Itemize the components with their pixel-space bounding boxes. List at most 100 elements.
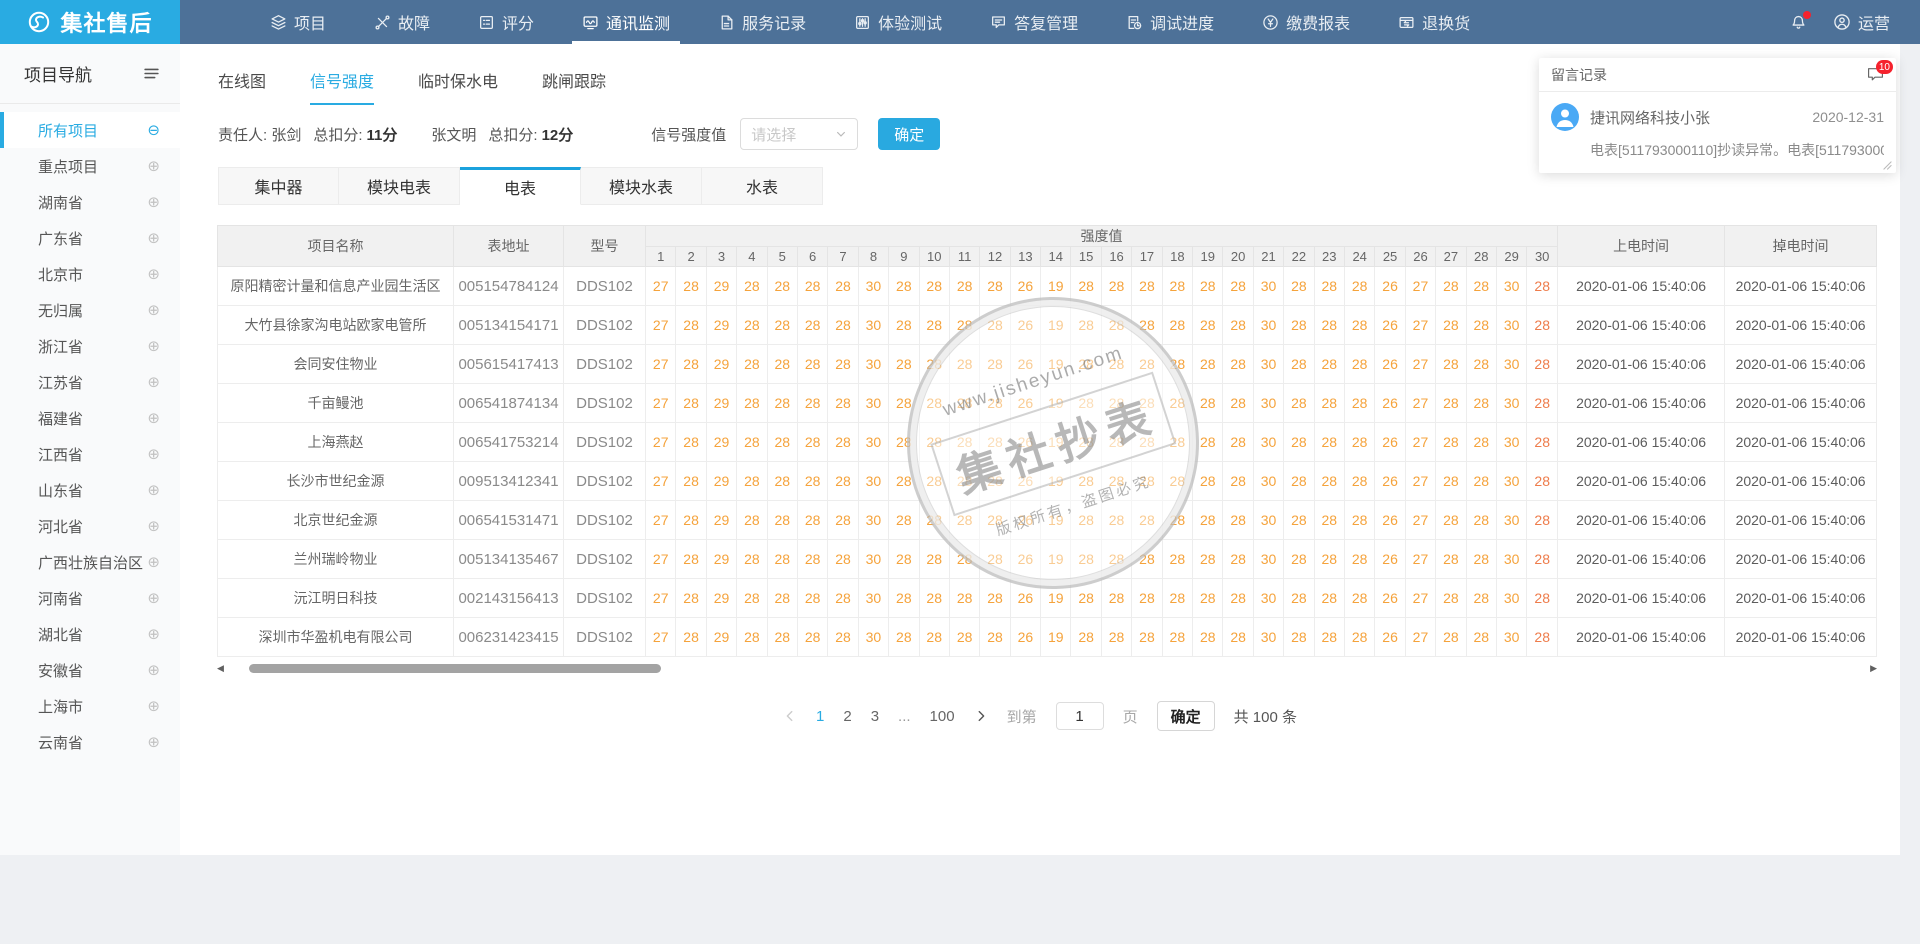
plus-circle-icon[interactable]: ⊕	[147, 301, 160, 319]
strength-col-header: 5	[767, 247, 797, 267]
plus-circle-icon[interactable]: ⊕	[147, 517, 160, 535]
sidebar-item[interactable]: 福建省⊕	[0, 400, 180, 436]
nav-item[interactable]: 故障	[350, 0, 454, 44]
meter-tab[interactable]: 水表	[702, 167, 823, 205]
sidebar-item[interactable]: 上海市⊕	[0, 688, 180, 724]
plus-circle-icon[interactable]: ⊕	[147, 481, 160, 499]
tab[interactable]: 在线图	[218, 68, 266, 105]
tab[interactable]: 信号强度	[310, 68, 374, 105]
nav-item[interactable]: 调试进度	[1102, 0, 1238, 44]
page-number[interactable]: 2	[843, 708, 851, 725]
scroll-left-icon[interactable]: ◀	[217, 662, 224, 675]
confirm-button[interactable]: 确定	[878, 118, 940, 150]
sidebar-item[interactable]: 重点项目⊕	[0, 148, 180, 184]
nav-item[interactable]: 服务记录	[694, 0, 830, 44]
sidebar-item[interactable]: 无归属⊕	[0, 292, 180, 328]
page-number[interactable]: 3	[871, 708, 879, 725]
sidebar-item[interactable]: 江西省⊕	[0, 436, 180, 472]
page-number[interactable]: 100	[930, 708, 955, 725]
sidebar-item[interactable]: 湖南省⊕	[0, 184, 180, 220]
tab[interactable]: 跳闸跟踪	[542, 68, 606, 105]
cell-strength-value: 28	[889, 618, 919, 657]
plus-circle-icon[interactable]: ⊕	[147, 157, 160, 175]
sidebar-item[interactable]: 北京市⊕	[0, 256, 180, 292]
minus-circle-icon[interactable]: ⊖	[147, 121, 160, 139]
cell-strength-value: 30	[1496, 540, 1526, 579]
plus-circle-icon[interactable]: ⊕	[147, 589, 160, 607]
plus-circle-icon[interactable]: ⊕	[147, 337, 160, 355]
table-row[interactable]: 会同安住物业005615417413DDS1022728292828282830…	[218, 345, 1877, 384]
scrollbar-thumb[interactable]	[249, 664, 661, 673]
cell-strength-value: 28	[1314, 267, 1344, 306]
nav-item[interactable]: 项目	[246, 0, 350, 44]
plus-circle-icon[interactable]: ⊕	[147, 265, 160, 283]
nav-item[interactable]: 通讯监测	[558, 0, 694, 44]
meter-tab[interactable]: 模块水表	[581, 167, 702, 205]
message-bubble-icon[interactable]: 10	[1867, 67, 1884, 82]
app-logo[interactable]: 集社售后	[0, 0, 180, 44]
table-row[interactable]: 大竹县徐家沟电站欧家电管所005134154171DDS102272829282…	[218, 306, 1877, 345]
next-page-icon[interactable]	[974, 709, 988, 723]
plus-circle-icon[interactable]: ⊕	[147, 553, 160, 571]
cell-strength-value: 28	[919, 267, 949, 306]
plus-circle-icon[interactable]: ⊕	[147, 625, 160, 643]
sidebar-item[interactable]: 河南省⊕	[0, 580, 180, 616]
meter-tab[interactable]: 电表	[460, 167, 581, 205]
notification-bell-icon[interactable]	[1790, 14, 1807, 31]
sidebar-item[interactable]: 江苏省⊕	[0, 364, 180, 400]
sidebar-item[interactable]: 广东省⊕	[0, 220, 180, 256]
page-number[interactable]: 1	[816, 708, 824, 725]
nav-item[interactable]: 答复管理	[966, 0, 1102, 44]
cell-strength-value: 28	[1284, 267, 1314, 306]
plus-circle-icon[interactable]: ⊕	[147, 409, 160, 427]
plus-circle-icon[interactable]: ⊕	[147, 373, 160, 391]
user-menu[interactable]: 运营	[1833, 10, 1890, 34]
strength-filter-label: 信号强度值	[651, 124, 726, 145]
sidebar-item[interactable]: 云南省⊕	[0, 724, 180, 760]
sidebar-item[interactable]: 浙江省⊕	[0, 328, 180, 364]
sidebar-item[interactable]: 河北省⊕	[0, 508, 180, 544]
cell-strength-value: 28	[767, 618, 797, 657]
nav-item[interactable]: 体验测试	[830, 0, 966, 44]
message-item[interactable]: 捷讯网络科技小张 2020-12-31 电表[511793000110]抄读异常…	[1539, 92, 1896, 173]
plus-circle-icon[interactable]: ⊕	[147, 445, 160, 463]
chat-icon	[990, 14, 1007, 31]
sidebar-item[interactable]: 所有项目⊖	[0, 112, 180, 148]
sidebar-item[interactable]: 湖北省⊕	[0, 616, 180, 652]
cell-strength-value: 28	[889, 501, 919, 540]
tab[interactable]: 临时保水电	[418, 68, 498, 105]
prev-page-icon[interactable]	[783, 709, 797, 723]
table-row[interactable]: 北京世纪金源006541531471DDS1022728292828282830…	[218, 501, 1877, 540]
nav-item[interactable]: 退换货	[1374, 0, 1494, 44]
sidebar-item[interactable]: 安徽省⊕	[0, 652, 180, 688]
meter-tab[interactable]: 模块电表	[339, 167, 460, 205]
table-row[interactable]: 兰州瑞岭物业005134135467DDS1022728292828282830…	[218, 540, 1877, 579]
goto-confirm-button[interactable]: 确定	[1157, 701, 1215, 731]
scroll-right-icon[interactable]: ▶	[1870, 662, 1877, 675]
plus-circle-icon[interactable]: ⊕	[147, 733, 160, 751]
col-header-power-off: 掉电时间	[1725, 226, 1877, 267]
strength-select[interactable]: 请选择	[740, 118, 858, 150]
meter-tab[interactable]: 集中器	[218, 167, 339, 205]
cell-strength-value: 28	[1436, 345, 1466, 384]
table-row[interactable]: 深圳市华盈机电有限公司006231423415DDS10227282928282…	[218, 618, 1877, 657]
table-row[interactable]: 千亩鳗池006541874134DDS102272829282828283028…	[218, 384, 1877, 423]
goto-page-input[interactable]	[1056, 702, 1104, 730]
table-row[interactable]: 长沙市世纪金源009513412341DDS102272829282828283…	[218, 462, 1877, 501]
table-row[interactable]: 原阳精密计量和信息产业园生活区005154784124DDS1022728292…	[218, 267, 1877, 306]
plus-circle-icon[interactable]: ⊕	[147, 661, 160, 679]
sidebar-item[interactable]: 山东省⊕	[0, 472, 180, 508]
plus-circle-icon[interactable]: ⊕	[147, 229, 160, 247]
resize-handle-icon[interactable]	[1883, 161, 1892, 170]
cell-strength-value: 28	[1436, 540, 1466, 579]
sidebar-item[interactable]: 广西壮族自治区⊕	[0, 544, 180, 580]
plus-circle-icon[interactable]: ⊕	[147, 697, 160, 715]
table-row[interactable]: 上海燕赵006541753214DDS102272829282828283028…	[218, 423, 1877, 462]
nav-item[interactable]: 缴费报表	[1238, 0, 1374, 44]
nav-item[interactable]: 评分	[454, 0, 558, 44]
table-row[interactable]: 沅江明日科技002143156413DDS1022728292828282830…	[218, 579, 1877, 618]
strength-col-header: 4	[737, 247, 767, 267]
strength-col-header: 20	[1223, 247, 1253, 267]
collapse-menu-icon[interactable]	[143, 65, 160, 82]
plus-circle-icon[interactable]: ⊕	[147, 193, 160, 211]
